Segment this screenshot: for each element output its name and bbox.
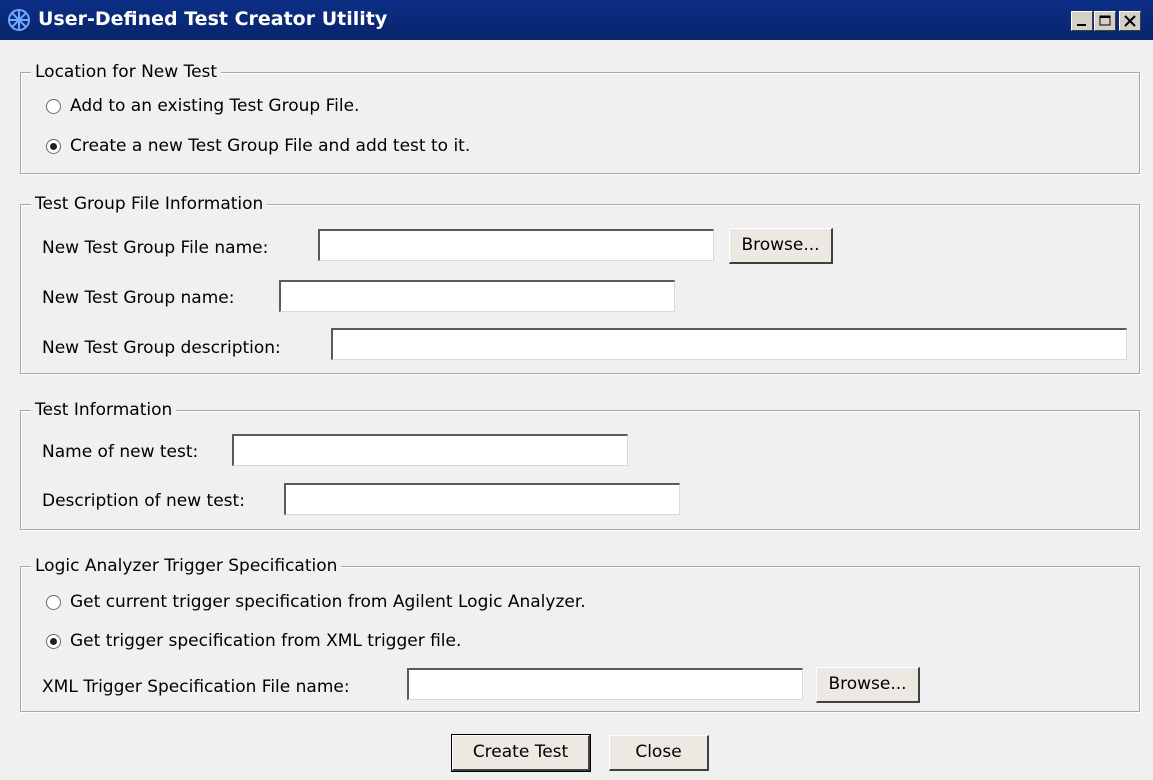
test-group-file-browse-button[interactable]: Browse...: [729, 228, 833, 264]
close-button[interactable]: Close: [609, 735, 709, 771]
minimize-button[interactable]: [1071, 11, 1093, 31]
test-group-description-input[interactable]: [331, 328, 1127, 360]
xml-trigger-file-input[interactable]: [407, 668, 803, 700]
test-info-legend: Test Information: [31, 400, 177, 420]
test-name-input[interactable]: [232, 434, 628, 466]
create-new-label[interactable]: Create a new Test Group File and add tes…: [70, 136, 470, 156]
xml-trigger-file-label: XML Trigger Specification File name:: [42, 677, 350, 697]
close-window-button[interactable]: [1119, 11, 1141, 31]
test-description-label: Description of new test:: [42, 491, 245, 511]
add-existing-radio[interactable]: [46, 99, 61, 114]
test-description-input[interactable]: [284, 483, 680, 515]
app-icon: [8, 9, 30, 31]
title-bar[interactable]: User-Defined Test Creator Utility: [0, 0, 1153, 40]
close-icon: [1124, 15, 1136, 27]
current-trigger-label[interactable]: Get current trigger specification from A…: [70, 592, 586, 612]
minimize-icon: [1077, 24, 1086, 26]
test-group-file-name-input[interactable]: [318, 229, 714, 261]
xml-trigger-radio[interactable]: [46, 634, 61, 649]
maximize-button[interactable]: [1094, 11, 1116, 31]
test-group-file-info-legend: Test Group File Information: [31, 194, 268, 214]
add-existing-label[interactable]: Add to an existing Test Group File.: [70, 96, 359, 116]
trigger-spec-legend: Logic Analyzer Trigger Specification: [31, 556, 342, 576]
maximize-icon: [1099, 15, 1111, 26]
xml-trigger-label[interactable]: Get trigger specification from XML trigg…: [70, 631, 461, 651]
test-group-name-label: New Test Group name:: [42, 288, 235, 308]
test-group-file-name-label: New Test Group File name:: [42, 238, 269, 258]
location-group: Location for New Test: [20, 62, 1140, 174]
test-name-label: Name of new test:: [42, 442, 199, 462]
location-legend: Location for New Test: [31, 62, 222, 82]
create-new-radio[interactable]: [46, 139, 61, 154]
create-test-button[interactable]: Create Test: [451, 734, 591, 772]
test-group-name-input[interactable]: [279, 280, 675, 312]
xml-trigger-browse-button[interactable]: Browse...: [816, 667, 920, 703]
current-trigger-radio[interactable]: [46, 595, 61, 610]
test-group-description-label: New Test Group description:: [42, 338, 281, 358]
window-title: User-Defined Test Creator Utility: [38, 8, 388, 30]
